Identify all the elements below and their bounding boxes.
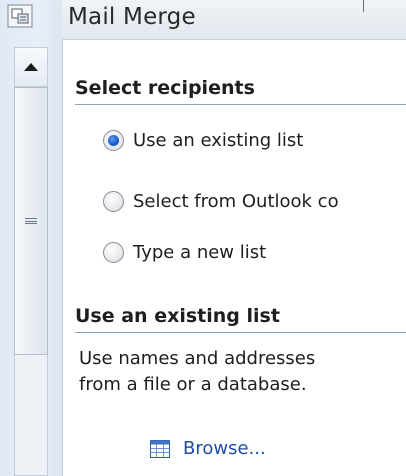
radio-label: Use an existing list	[133, 129, 304, 151]
existing-list-description: Use names and addresses from a file or a…	[79, 346, 406, 398]
description-line: from a file or a database.	[79, 374, 307, 395]
radio-select-from-outlook[interactable]: Select from Outlook co	[103, 186, 339, 216]
radio-button[interactable]	[103, 190, 124, 212]
grip-lines-icon	[25, 217, 37, 226]
scrollbar-thumb[interactable]	[14, 87, 48, 355]
pane-options-icon[interactable]	[7, 4, 33, 28]
table-icon	[150, 439, 170, 458]
browse-link-label[interactable]: Browse...	[183, 438, 266, 459]
section-divider	[75, 104, 406, 105]
radio-use-existing-list[interactable]: Use an existing list	[103, 125, 303, 155]
scroll-up-button[interactable]	[14, 47, 48, 87]
radio-button-checked[interactable]	[103, 129, 124, 151]
select-recipients-heading: Select recipients	[75, 77, 255, 99]
triangle-up-icon	[24, 63, 38, 71]
browse-link[interactable]: Browse...	[150, 438, 266, 459]
radio-button[interactable]	[103, 241, 124, 263]
description-line: Use names and addresses	[79, 348, 316, 369]
radio-label: Select from Outlook co	[133, 190, 339, 212]
radio-type-new-list[interactable]: Type a new list	[103, 237, 266, 267]
titlebar-divider	[363, 0, 364, 12]
existing-list-heading: Use an existing list	[75, 305, 280, 327]
pane-title: Mail Merge	[68, 4, 196, 30]
section-divider	[75, 332, 406, 333]
radio-label: Type a new list	[133, 241, 267, 263]
